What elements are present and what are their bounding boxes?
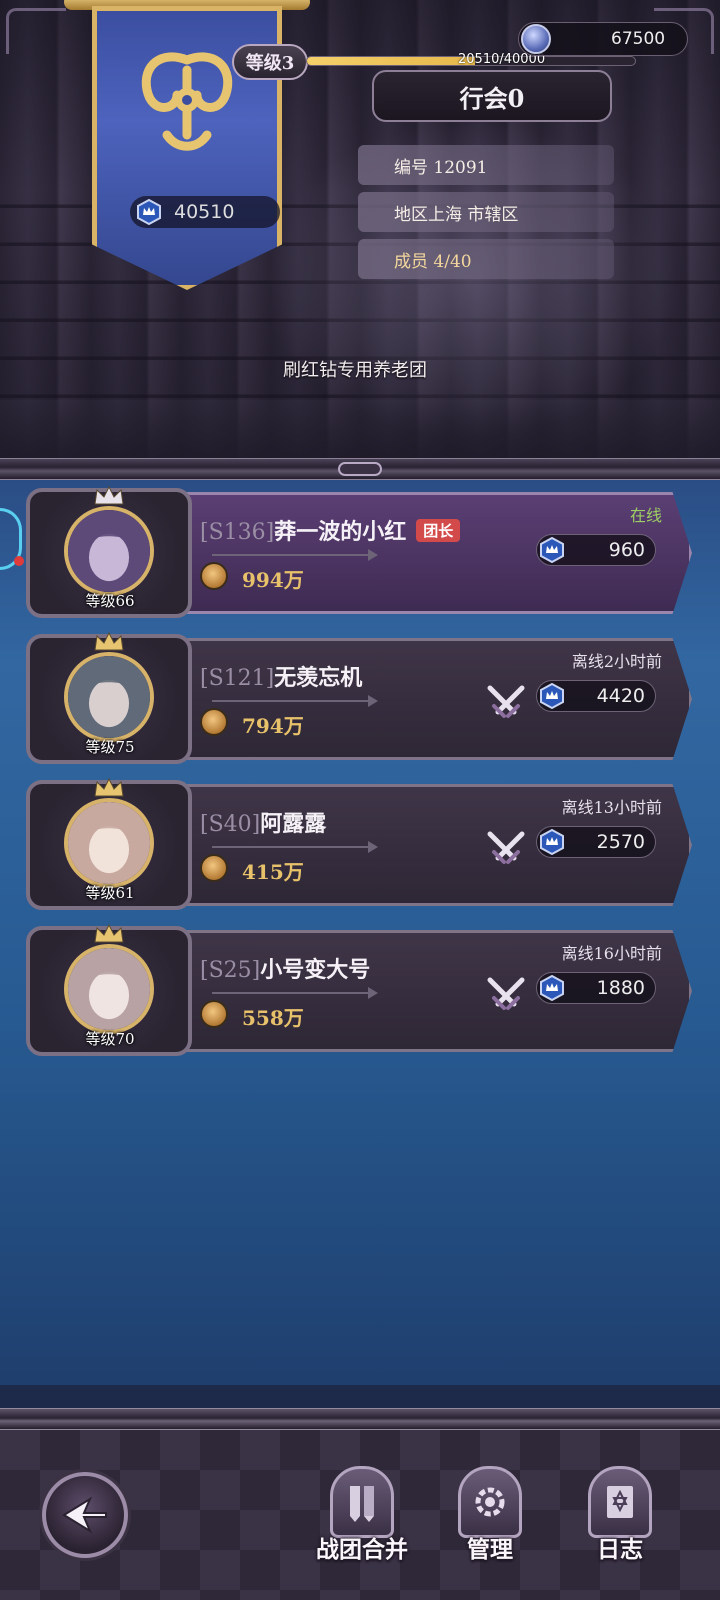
divider-arrow [212,841,378,853]
portrait-icon [68,510,150,592]
leader-tag: 团长 [416,519,461,542]
banner-score-badge: 40510 [130,196,280,228]
member-row[interactable]: 等级61 [S40]阿露露 415万 离线13小时前 2570 [22,777,698,910]
member-power: 794万 [242,714,304,738]
crossed-swords-icon[interactable] [484,828,528,868]
guild-exp-fill [307,57,476,65]
member-server: [S121] [200,666,275,691]
back-button[interactable] [42,1472,128,1558]
member-contribution-value: 2570 [596,831,645,853]
member-avatar[interactable] [64,798,154,888]
power-icon [200,854,228,882]
guild-level-badge: 等级3 [232,44,308,80]
currency-display[interactable]: 67500 [518,22,688,56]
bottom-divider [0,1408,720,1430]
member-name: 阿露露 [260,811,327,837]
member-level: 等级75 [85,738,135,756]
member-level: 等级66 [85,592,135,610]
member-row[interactable]: 等级75 [S121]无羡忘机 794万 离线2小时前 4420 [22,631,698,764]
member-server: [S40] [200,812,261,837]
member-name: 小号变大号 [260,957,371,983]
divider-ornament [338,462,382,476]
log-label: 日志 [597,1536,643,1563]
portrait-icon [68,656,150,738]
guild-members-row: 成员 4/40 [358,239,614,279]
member-status: 离线2小时前 [571,652,662,671]
member-contribution: 4420 [536,680,656,712]
member-contribution: 960 [536,534,656,566]
portrait-icon [68,948,150,1030]
manage-label: 管理 [467,1536,513,1563]
member-name: 莽一波的小红 [274,519,407,545]
crown-shield-icon [540,829,564,855]
member-level: 等级61 [85,884,135,902]
member-contribution: 2570 [536,826,656,858]
member-status: 离线13小时前 [561,798,662,817]
divider-arrow [212,987,378,999]
member-contribution: 1880 [536,972,656,1004]
merge-banner-icon [330,1466,394,1538]
member-status: 在线 [629,506,662,525]
guild-merge-button[interactable]: 战团合并 [302,1466,422,1586]
member-name-line: [S136]莽一波的小红 团长 [200,514,461,546]
guild-name-plate: 行会0 [372,70,612,122]
member-row[interactable]: 等级70 [S25]小号变大号 558万 离线16小时前 1880 [22,923,698,1056]
crown-icon [94,777,124,797]
log-book-icon [588,1466,652,1538]
member-avatar[interactable] [64,506,154,596]
currency-amount: 67500 [611,29,666,49]
gear-icon [458,1466,522,1538]
guild-merge-label: 战团合并 [316,1536,408,1563]
header-divider [0,458,720,480]
member-contribution-value: 1880 [596,977,645,999]
guild-id-row: 编号 12091 [358,145,614,185]
crown-shield-icon [540,537,564,563]
member-row[interactable]: 等级66 [S136]莽一波的小红 团长 994万 在线 960 [22,485,698,618]
member-name-line: [S40]阿露露 [200,806,326,838]
crown-icon [94,485,124,505]
crown-shield-icon [540,975,564,1001]
member-power: 415万 [242,860,304,884]
member-name-line: [S25]小号变大号 [200,952,370,984]
member-status: 离线16小时前 [561,944,662,963]
log-button[interactable]: 日志 [560,1466,680,1586]
banner-score-value: 40510 [174,201,235,223]
background-floor [0,400,720,460]
member-power: 994万 [242,568,304,592]
crossed-swords-icon[interactable] [484,682,528,722]
crown-shield-icon [540,683,564,709]
crossed-swords-icon[interactable] [484,974,528,1014]
divider-arrow [212,695,378,707]
divider-arrow [212,549,378,561]
guild-region-row: 地区上海 市辖区 [358,192,614,232]
crown-icon [94,631,124,651]
member-contribution-value: 960 [608,539,645,561]
member-level: 等级70 [85,1030,135,1048]
portrait-icon [68,802,150,884]
member-contribution-value: 4420 [596,685,645,707]
member-server: [S25] [200,958,261,983]
power-icon [200,708,228,736]
manage-button[interactable]: 管理 [430,1466,550,1586]
back-arrow-icon [62,1496,107,1534]
corner-ornament [6,8,66,54]
guild-motto: 刷红钻专用养老团 [283,360,427,381]
gem-coin-icon [521,24,551,54]
member-power: 558万 [242,1006,304,1030]
member-name: 无羡忘机 [274,665,363,691]
crown-shield-icon [137,199,161,225]
power-icon [200,1000,228,1028]
member-name-line: [S121]无羡忘机 [200,660,362,692]
crown-icon [94,923,124,943]
member-avatar[interactable] [64,652,154,742]
member-server: [S136] [200,520,275,545]
power-icon [200,562,228,590]
member-avatar[interactable] [64,944,154,1034]
